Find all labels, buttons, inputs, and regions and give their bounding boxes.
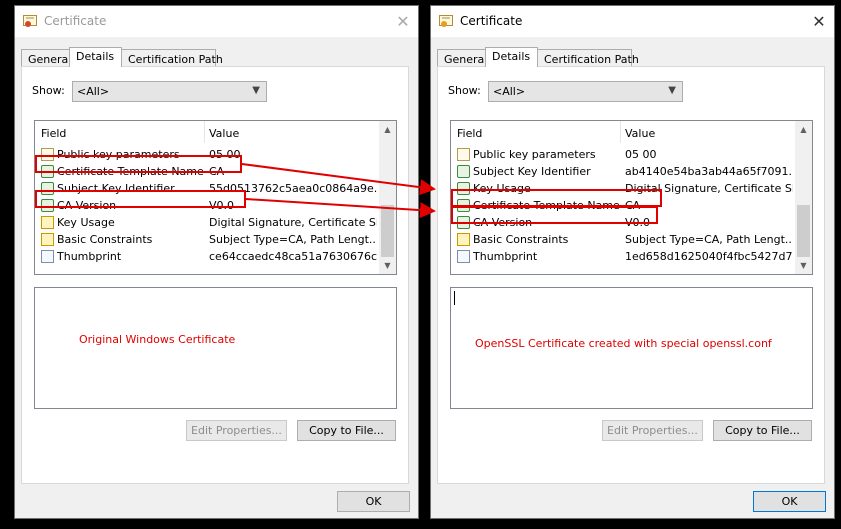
scroll-up-icon[interactable]: ▲: [379, 121, 396, 138]
field-value: Subject Type=CA, Path Lengt...: [625, 233, 793, 246]
tab-general[interactable]: General: [21, 49, 71, 66]
highlight-left-ca-version: [35, 190, 246, 208]
field-name: Basic Constraints: [57, 233, 153, 246]
tab-general[interactable]: General: [437, 49, 487, 66]
field-name: Basic Constraints: [473, 233, 569, 246]
field-name: Thumbprint: [57, 250, 122, 263]
certificate-icon: [439, 15, 453, 27]
details-panel: Show: <All> ▼ Field Value Public key par…: [437, 66, 825, 484]
show-select-value: <All>: [77, 85, 110, 98]
column-header-field[interactable]: Field: [41, 127, 66, 140]
list-item[interactable]: Basic Constraints Subject Type=CA, Path …: [35, 231, 379, 248]
show-select[interactable]: <All> ▼: [488, 81, 683, 102]
critical-extension-icon: [41, 216, 54, 229]
tab-certification-path[interactable]: Certification Path: [121, 49, 223, 66]
column-header-field[interactable]: Field: [457, 127, 482, 140]
highlight-right-ca-version: [451, 206, 658, 224]
scroll-down-icon[interactable]: ▼: [379, 257, 396, 274]
column-divider: [620, 121, 621, 143]
list-header: Field Value: [35, 121, 379, 145]
value-detail-box[interactable]: Original Windows Certificate: [34, 287, 397, 409]
close-button[interactable]: ✕: [388, 6, 418, 37]
field-name: Key Usage: [57, 216, 115, 229]
list-item[interactable]: Key Usage Digital Signature, Certificate…: [35, 214, 379, 231]
scroll-thumb[interactable]: [797, 205, 810, 257]
copy-to-file-button[interactable]: Copy to File...: [297, 420, 396, 441]
window-title: Certificate: [460, 14, 523, 28]
list-scrollbar[interactable]: ▲ ▼: [379, 121, 396, 274]
certificate-window-openssl: Certificate ✕ General Details Certificat…: [430, 5, 835, 519]
list-scrollbar[interactable]: ▲ ▼: [795, 121, 812, 274]
details-panel: Show: <All> ▼ Field Value Public key par…: [21, 66, 409, 484]
field-value: Digital Signature, Certificate Si...: [209, 216, 377, 229]
field-name: Thumbprint: [473, 250, 538, 263]
title-bar[interactable]: Certificate ✕: [15, 6, 418, 37]
window-title: Certificate: [44, 14, 107, 28]
show-label: Show:: [448, 84, 481, 97]
field-name: Subject Key Identifier: [473, 165, 591, 178]
text-caret: [454, 291, 455, 305]
list-item[interactable]: Thumbprint 1ed658d1625040f4fbc5427d7...: [451, 248, 795, 265]
annotation-label: Original Windows Certificate: [79, 333, 236, 346]
column-divider: [204, 121, 205, 143]
ok-button[interactable]: OK: [337, 491, 410, 512]
field-name: Public key parameters: [473, 148, 596, 161]
edit-properties-button[interactable]: Edit Properties...: [186, 420, 287, 441]
field-value: 1ed658d1625040f4fbc5427d7...: [625, 250, 793, 263]
value-detail-box[interactable]: OpenSSL Certificate created with special…: [450, 287, 813, 409]
scroll-down-icon[interactable]: ▼: [795, 257, 812, 274]
show-select-value: <All>: [493, 85, 526, 98]
critical-extension-icon: [457, 233, 470, 246]
chevron-down-icon: ▼: [252, 85, 260, 96]
field-value: ce64ccaedc48ca51a7630676c...: [209, 250, 377, 263]
list-header: Field Value: [451, 121, 795, 145]
tab-details[interactable]: Details: [69, 47, 122, 67]
field-value: 05 00: [625, 148, 657, 161]
show-label: Show:: [32, 84, 65, 97]
list-item[interactable]: Public key parameters 05 00: [451, 146, 795, 163]
annotation-label: OpenSSL Certificate created with special…: [475, 337, 772, 350]
list-item[interactable]: Basic Constraints Subject Type=CA, Path …: [451, 231, 795, 248]
certificate-icon: [23, 15, 37, 27]
document-icon: [457, 148, 470, 161]
copy-to-file-button[interactable]: Copy to File...: [713, 420, 812, 441]
field-value: Subject Type=CA, Path Lengt...: [209, 233, 377, 246]
property-icon: [41, 250, 54, 263]
critical-extension-icon: [41, 233, 54, 246]
extension-icon: [457, 165, 470, 178]
tab-details[interactable]: Details: [485, 47, 538, 67]
chevron-down-icon: ▼: [668, 85, 676, 96]
edit-properties-button[interactable]: Edit Properties...: [602, 420, 703, 441]
field-value: ab4140e54ba3ab44a65f7091...: [625, 165, 793, 178]
scroll-thumb[interactable]: [381, 205, 394, 257]
column-header-value[interactable]: Value: [625, 127, 655, 140]
title-bar[interactable]: Certificate ✕: [431, 6, 834, 37]
certificate-window-original: Certificate ✕ General Details Certificat…: [14, 5, 419, 519]
tab-certification-path[interactable]: Certification Path: [537, 49, 639, 66]
show-select[interactable]: <All> ▼: [72, 81, 267, 102]
property-icon: [457, 250, 470, 263]
column-header-value[interactable]: Value: [209, 127, 239, 140]
ok-button[interactable]: OK: [753, 491, 826, 512]
scroll-up-icon[interactable]: ▲: [795, 121, 812, 138]
highlight-right-template-name: [451, 189, 662, 207]
list-item[interactable]: Subject Key Identifier ab4140e54ba3ab44a…: [451, 163, 795, 180]
close-button[interactable]: ✕: [804, 6, 834, 37]
list-item[interactable]: Thumbprint ce64ccaedc48ca51a7630676c...: [35, 248, 379, 265]
highlight-left-template-name: [35, 155, 242, 173]
